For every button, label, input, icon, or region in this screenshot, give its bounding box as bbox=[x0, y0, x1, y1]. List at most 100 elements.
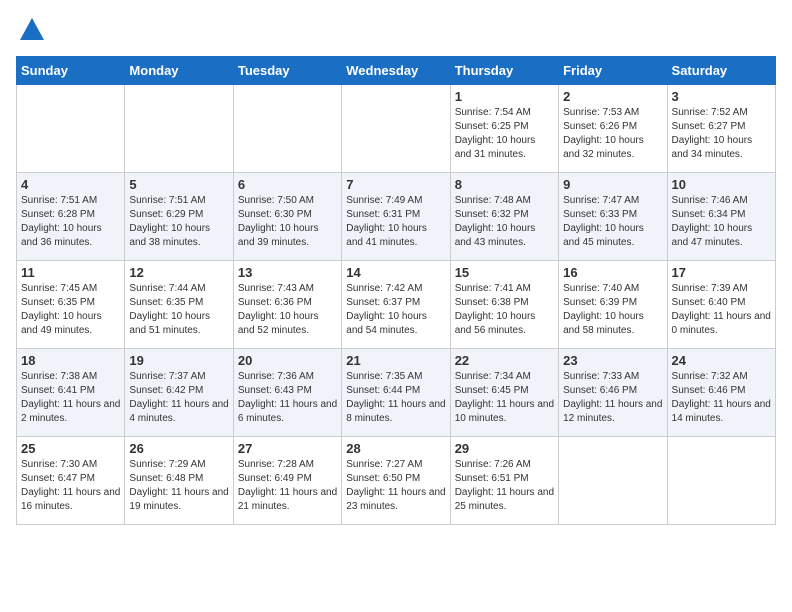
calendar-cell: 16 Sunrise: 7:40 AMSunset: 6:39 PMDayligh… bbox=[559, 261, 667, 349]
calendar-cell: 4 Sunrise: 7:51 AMSunset: 6:28 PMDaylight… bbox=[17, 173, 125, 261]
calendar-cell: 2 Sunrise: 7:53 AMSunset: 6:26 PMDaylight… bbox=[559, 85, 667, 173]
calendar-cell: 22 Sunrise: 7:34 AMSunset: 6:45 PMDayligh… bbox=[450, 349, 558, 437]
weekday-header-monday: Monday bbox=[125, 57, 233, 85]
day-info: Sunrise: 7:30 AMSunset: 6:47 PMDaylight:… bbox=[21, 458, 120, 514]
day-number: 23 bbox=[563, 353, 662, 368]
day-number: 12 bbox=[129, 265, 228, 280]
calendar-table: SundayMondayTuesdayWednesdayThursdayFrid… bbox=[16, 56, 776, 525]
day-number: 8 bbox=[455, 177, 554, 192]
calendar-cell: 17 Sunrise: 7:39 AMSunset: 6:40 PMDayligh… bbox=[667, 261, 775, 349]
day-info: Sunrise: 7:41 AMSunset: 6:38 PMDaylight:… bbox=[455, 282, 554, 338]
calendar-cell: 7 Sunrise: 7:49 AMSunset: 6:31 PMDaylight… bbox=[342, 173, 450, 261]
day-number: 20 bbox=[238, 353, 337, 368]
calendar-cell: 13Sunrise: 7:43 AMSunset: 6:36 PMDayligh… bbox=[233, 261, 341, 349]
day-info: Sunrise: 7:32 AMSunset: 6:46 PMDaylight:… bbox=[672, 370, 771, 426]
day-info: Sunrise: 7:38 AMSunset: 6:41 PMDaylight:… bbox=[21, 370, 120, 426]
day-info: Sunrise: 7:49 AMSunset: 6:31 PMDaylight:… bbox=[346, 194, 445, 250]
calendar-cell: 20 Sunrise: 7:36 AMSunset: 6:43 PMDayligh… bbox=[233, 349, 341, 437]
calendar-cell: 5 Sunrise: 7:51 AMSunset: 6:29 PMDaylight… bbox=[125, 173, 233, 261]
calendar-cell: 10Sunrise: 7:46 AMSunset: 6:34 PMDayligh… bbox=[667, 173, 775, 261]
day-info: Sunrise: 7:28 AMSunset: 6:49 PMDaylight:… bbox=[238, 458, 337, 514]
day-info: Sunrise: 7:33 AMSunset: 6:46 PMDaylight:… bbox=[563, 370, 662, 426]
day-info: Sunrise: 7:52 AMSunset: 6:27 PMDaylight:… bbox=[672, 106, 771, 162]
day-info: Sunrise: 7:34 AMSunset: 6:45 PMDaylight:… bbox=[455, 370, 554, 426]
logo bbox=[16, 16, 46, 44]
calendar-cell bbox=[342, 85, 450, 173]
calendar-cell bbox=[17, 85, 125, 173]
day-number: 2 bbox=[563, 89, 662, 104]
calendar-week-row: 18Sunrise: 7:38 AMSunset: 6:41 PMDayligh… bbox=[17, 349, 776, 437]
calendar-week-row: 11 Sunrise: 7:45 AMSunset: 6:35 PMDayligh… bbox=[17, 261, 776, 349]
day-info: Sunrise: 7:50 AMSunset: 6:30 PMDaylight:… bbox=[238, 194, 337, 250]
day-info: Sunrise: 7:53 AMSunset: 6:26 PMDaylight:… bbox=[563, 106, 662, 162]
day-number: 27 bbox=[238, 441, 337, 456]
day-number: 1 bbox=[455, 89, 554, 104]
day-number: 22 bbox=[455, 353, 554, 368]
day-info: Sunrise: 7:51 AMSunset: 6:29 PMDaylight:… bbox=[129, 194, 228, 250]
calendar-week-row: 4 Sunrise: 7:51 AMSunset: 6:28 PMDaylight… bbox=[17, 173, 776, 261]
day-number: 14 bbox=[346, 265, 445, 280]
calendar-cell: 24 Sunrise: 7:32 AMSunset: 6:46 PMDayligh… bbox=[667, 349, 775, 437]
day-info: Sunrise: 7:29 AMSunset: 6:48 PMDaylight:… bbox=[129, 458, 228, 514]
calendar-cell: 25 Sunrise: 7:30 AMSunset: 6:47 PMDayligh… bbox=[17, 437, 125, 525]
calendar-cell: 3 Sunrise: 7:52 AMSunset: 6:27 PMDaylight… bbox=[667, 85, 775, 173]
day-info: Sunrise: 7:36 AMSunset: 6:43 PMDaylight:… bbox=[238, 370, 337, 426]
day-info: Sunrise: 7:37 AMSunset: 6:42 PMDaylight:… bbox=[129, 370, 228, 426]
calendar-cell: 28 Sunrise: 7:27 AMSunset: 6:50 PMDayligh… bbox=[342, 437, 450, 525]
day-info: Sunrise: 7:51 AMSunset: 6:28 PMDaylight:… bbox=[21, 194, 120, 250]
calendar-cell: 18Sunrise: 7:38 AMSunset: 6:41 PMDayligh… bbox=[17, 349, 125, 437]
calendar-cell: 23 Sunrise: 7:33 AMSunset: 6:46 PMDayligh… bbox=[559, 349, 667, 437]
logo-icon bbox=[18, 16, 46, 44]
calendar-cell: 27 Sunrise: 7:28 AMSunset: 6:49 PMDayligh… bbox=[233, 437, 341, 525]
day-number: 7 bbox=[346, 177, 445, 192]
calendar-cell: 1 Sunrise: 7:54 AMSunset: 6:25 PMDaylight… bbox=[450, 85, 558, 173]
weekday-header-row: SundayMondayTuesdayWednesdayThursdayFrid… bbox=[17, 57, 776, 85]
day-info: Sunrise: 7:26 AMSunset: 6:51 PMDaylight:… bbox=[455, 458, 554, 514]
day-number: 6 bbox=[238, 177, 337, 192]
day-number: 21 bbox=[346, 353, 445, 368]
day-number: 24 bbox=[672, 353, 771, 368]
weekday-header-saturday: Saturday bbox=[667, 57, 775, 85]
calendar-cell: 14 Sunrise: 7:42 AMSunset: 6:37 PMDayligh… bbox=[342, 261, 450, 349]
page-header bbox=[16, 16, 776, 44]
day-info: Sunrise: 7:54 AMSunset: 6:25 PMDaylight:… bbox=[455, 106, 554, 162]
day-number: 25 bbox=[21, 441, 120, 456]
weekday-header-sunday: Sunday bbox=[17, 57, 125, 85]
day-info: Sunrise: 7:27 AMSunset: 6:50 PMDaylight:… bbox=[346, 458, 445, 514]
day-number: 28 bbox=[346, 441, 445, 456]
calendar-cell: 8 Sunrise: 7:48 AMSunset: 6:32 PMDaylight… bbox=[450, 173, 558, 261]
calendar-cell bbox=[667, 437, 775, 525]
weekday-header-thursday: Thursday bbox=[450, 57, 558, 85]
calendar-week-row: 25 Sunrise: 7:30 AMSunset: 6:47 PMDayligh… bbox=[17, 437, 776, 525]
day-number: 9 bbox=[563, 177, 662, 192]
day-number: 10 bbox=[672, 177, 771, 192]
day-number: 11 bbox=[21, 265, 120, 280]
day-info: Sunrise: 7:39 AMSunset: 6:40 PMDaylight:… bbox=[672, 282, 771, 338]
day-number: 3 bbox=[672, 89, 771, 104]
calendar-cell: 15Sunrise: 7:41 AMSunset: 6:38 PMDayligh… bbox=[450, 261, 558, 349]
weekday-header-friday: Friday bbox=[559, 57, 667, 85]
day-info: Sunrise: 7:44 AMSunset: 6:35 PMDaylight:… bbox=[129, 282, 228, 338]
calendar-cell: 12 Sunrise: 7:44 AMSunset: 6:35 PMDayligh… bbox=[125, 261, 233, 349]
day-info: Sunrise: 7:48 AMSunset: 6:32 PMDaylight:… bbox=[455, 194, 554, 250]
day-info: Sunrise: 7:35 AMSunset: 6:44 PMDaylight:… bbox=[346, 370, 445, 426]
weekday-header-wednesday: Wednesday bbox=[342, 57, 450, 85]
calendar-cell bbox=[125, 85, 233, 173]
calendar-cell: 19 Sunrise: 7:37 AMSunset: 6:42 PMDayligh… bbox=[125, 349, 233, 437]
calendar-cell: 21 Sunrise: 7:35 AMSunset: 6:44 PMDayligh… bbox=[342, 349, 450, 437]
day-number: 19 bbox=[129, 353, 228, 368]
calendar-cell bbox=[233, 85, 341, 173]
calendar-cell: 6 Sunrise: 7:50 AMSunset: 6:30 PMDaylight… bbox=[233, 173, 341, 261]
day-info: Sunrise: 7:42 AMSunset: 6:37 PMDaylight:… bbox=[346, 282, 445, 338]
calendar-week-row: 1 Sunrise: 7:54 AMSunset: 6:25 PMDaylight… bbox=[17, 85, 776, 173]
day-number: 4 bbox=[21, 177, 120, 192]
day-number: 17 bbox=[672, 265, 771, 280]
calendar-cell: 9Sunrise: 7:47 AMSunset: 6:33 PMDaylight… bbox=[559, 173, 667, 261]
day-info: Sunrise: 7:40 AMSunset: 6:39 PMDaylight:… bbox=[563, 282, 662, 338]
day-number: 29 bbox=[455, 441, 554, 456]
day-number: 26 bbox=[129, 441, 228, 456]
day-info: Sunrise: 7:45 AMSunset: 6:35 PMDaylight:… bbox=[21, 282, 120, 338]
day-number: 5 bbox=[129, 177, 228, 192]
calendar-cell: 11 Sunrise: 7:45 AMSunset: 6:35 PMDayligh… bbox=[17, 261, 125, 349]
day-number: 16 bbox=[563, 265, 662, 280]
